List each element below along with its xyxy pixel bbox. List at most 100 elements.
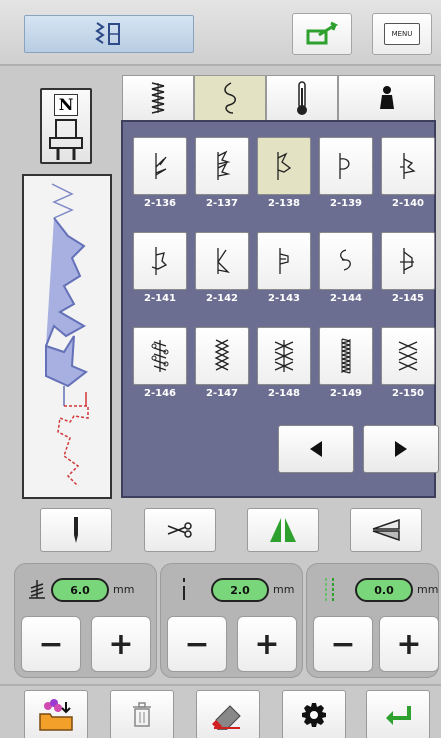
stitch-cell: 2-141 <box>133 232 187 310</box>
stitch-button[interactable] <box>319 232 373 290</box>
tab-overlock[interactable] <box>122 75 194 120</box>
ok-button[interactable] <box>366 690 430 738</box>
external-device-button[interactable] <box>292 13 352 55</box>
stitch-button[interactable] <box>257 232 311 290</box>
stitch-button[interactable] <box>319 327 373 385</box>
stitch-grid-panel: 2-136 2-137 2-138 2-139 2-140 2-141 2-14… <box>121 120 439 498</box>
triangle-right-icon <box>395 441 407 457</box>
stitch-width-unit: mm <box>113 583 135 596</box>
category-tabs <box>122 75 435 120</box>
settings-button[interactable] <box>282 690 346 738</box>
stitch-149-icon <box>341 338 351 374</box>
bell-icon <box>379 86 394 109</box>
needle-position-plus-button[interactable]: + <box>379 616 439 672</box>
stitch-button[interactable] <box>381 232 435 290</box>
stitch-width-minus-button[interactable]: − <box>21 616 81 672</box>
stitch-cell: 2-149 <box>319 327 373 405</box>
stitch-cell: 2-143 <box>257 232 311 310</box>
presser-foot-button[interactable]: N <box>40 88 92 164</box>
stitch-width-value: 6.0 <box>51 578 109 602</box>
stitch-length-value: 2.0 <box>211 578 269 602</box>
stitch-number: 2-147 <box>206 388 238 399</box>
stitch-number: 2-150 <box>392 388 424 399</box>
needle-position-value: 0.0 <box>355 578 413 602</box>
gear-icon <box>302 703 326 727</box>
stitch-cell: 2-138 <box>257 137 311 215</box>
length-icon <box>183 578 185 600</box>
position-icon <box>325 578 334 602</box>
green-arrow-icon <box>306 21 339 45</box>
needle-position-adjuster: 0.0 mm − + <box>306 563 439 678</box>
stitch-cell: 2-139 <box>319 137 373 215</box>
stitch-145-icon <box>400 248 414 274</box>
stitch-number: 2-149 <box>330 388 362 399</box>
thread-cutter-button[interactable] <box>144 508 216 552</box>
needle-position-button[interactable] <box>40 508 112 552</box>
stitch-number: 2-142 <box>206 293 238 304</box>
stitch-mode-display <box>24 15 194 53</box>
stitch-button[interactable] <box>381 137 435 195</box>
stitch-139-icon <box>339 153 350 179</box>
stitch-length-minus-button[interactable]: − <box>167 616 227 672</box>
menu-button[interactable]: MENU <box>372 13 432 55</box>
stitch-preview <box>22 174 112 499</box>
stitch-button[interactable] <box>133 232 187 290</box>
presser-foot-label: N <box>54 94 78 116</box>
bottom-bar <box>0 684 441 738</box>
stitch-length-unit: mm <box>273 583 295 596</box>
delete-button[interactable] <box>110 690 174 738</box>
stitch-cell: 2-145 <box>381 232 435 310</box>
stitch-button-selected[interactable] <box>257 137 311 195</box>
leaf-stitch-icon <box>224 82 236 114</box>
eraser-icon <box>212 705 241 730</box>
utility-stitch-mode-icon <box>95 22 120 45</box>
stitch-button[interactable] <box>195 137 249 195</box>
stitch-number: 2-143 <box>268 293 300 304</box>
stitch-button[interactable] <box>381 327 435 385</box>
trash-icon <box>133 702 151 727</box>
stitch-cell: 2-148 <box>257 327 311 405</box>
stitch-number: 2-136 <box>144 198 176 209</box>
stitch-width-plus-button[interactable]: + <box>91 616 151 672</box>
scissors-icon <box>167 522 192 538</box>
stitch-number: 2-140 <box>392 198 424 209</box>
stitch-cell: 2-146 <box>133 327 187 405</box>
stitch-number: 2-138 <box>268 198 300 209</box>
stitch-150-icon <box>398 341 418 371</box>
stitch-147-icon <box>214 339 230 371</box>
previous-page-button[interactable] <box>278 425 354 473</box>
stitch-button[interactable] <box>257 327 311 385</box>
stitch-148-icon <box>274 340 294 372</box>
stitch-143-icon <box>279 248 289 274</box>
tab-special[interactable] <box>338 75 435 120</box>
tab-heirloom[interactable] <box>266 75 338 120</box>
clear-button[interactable] <box>196 690 260 738</box>
stitch-button[interactable] <box>133 327 187 385</box>
tab-decorative[interactable] <box>194 75 266 120</box>
enter-arrow-icon <box>386 706 411 725</box>
menu-label: MENU <box>391 30 413 38</box>
stitch-button[interactable] <box>319 137 373 195</box>
stitch-144-icon <box>340 249 351 271</box>
stitch-137-icon <box>217 150 231 180</box>
zigzag-stitch-icon <box>151 82 165 114</box>
stitch-button[interactable] <box>195 232 249 290</box>
stitch-142-icon <box>217 248 230 274</box>
stitch-cell: 2-137 <box>195 137 249 215</box>
mirror-gray-icon <box>372 518 400 542</box>
stitch-length-plus-button[interactable]: + <box>237 616 297 672</box>
memory-button[interactable] <box>24 690 88 738</box>
stitch-button[interactable] <box>195 327 249 385</box>
mirror-green-icon <box>270 516 296 544</box>
menu-icon: MENU <box>384 23 420 45</box>
stitch-number: 2-148 <box>268 388 300 399</box>
mirror-horizontal-button[interactable] <box>247 508 319 552</box>
triangle-left-icon <box>310 441 322 457</box>
next-page-button[interactable] <box>363 425 439 473</box>
needle-icon <box>74 517 78 543</box>
stitch-width-adjuster: 6.0 mm − + <box>14 563 157 678</box>
stitch-cell: 2-136 <box>133 137 187 215</box>
mirror-vertical-button[interactable] <box>350 508 422 552</box>
stitch-button[interactable] <box>133 137 187 195</box>
needle-position-minus-button[interactable]: − <box>313 616 373 672</box>
